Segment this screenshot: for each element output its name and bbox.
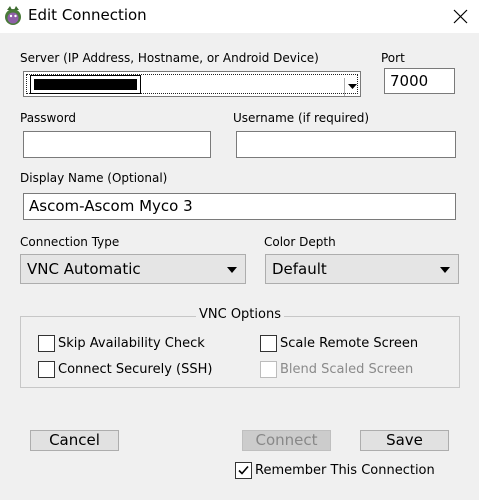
chevron-down-icon [440, 267, 450, 273]
chevron-down-icon [227, 267, 237, 273]
chevron-down-icon [348, 84, 357, 89]
blend-scaled-label: Blend Scaled Screen [280, 362, 414, 377]
server-label: Server (IP Address, Hostname, or Android… [20, 51, 319, 65]
server-input[interactable] [26, 74, 360, 96]
display-name-input[interactable]: Ascom-Ascom Myco 3 [23, 193, 456, 220]
vnc-options-title: VNC Options [196, 307, 284, 323]
password-input[interactable] [23, 131, 211, 158]
remember-connection-label: Remember This Connection [255, 463, 435, 478]
connection-type-label: Connection Type [20, 235, 120, 249]
connection-type-dropdown[interactable]: VNC Automatic [20, 254, 246, 284]
skip-availability-label: Skip Availability Check [58, 336, 205, 351]
port-input[interactable]: 7000 [384, 68, 455, 94]
color-depth-dropdown[interactable]: Default [265, 254, 459, 284]
cancel-button[interactable]: Cancel [30, 430, 119, 451]
connect-button: Connect [242, 430, 331, 451]
window-title: Edit Connection [28, 6, 147, 24]
server-value-redacted [30, 75, 141, 94]
color-depth-value: Default [272, 260, 327, 278]
server-combobox[interactable] [23, 71, 361, 97]
save-button[interactable]: Save [360, 430, 449, 451]
username-label: Username (if required) [233, 111, 370, 125]
remember-connection-checkbox[interactable] [235, 462, 252, 479]
color-depth-label: Color Depth [264, 235, 336, 249]
blend-scaled-checkbox [260, 361, 277, 378]
app-icon [5, 6, 21, 25]
checkmark-icon [238, 465, 249, 475]
username-input[interactable] [236, 131, 456, 158]
scale-remote-checkbox[interactable] [260, 335, 277, 352]
skip-availability-checkbox[interactable] [38, 335, 55, 352]
title-bar: Edit Connection [0, 0, 479, 33]
password-label: Password [20, 111, 77, 125]
close-icon [453, 9, 468, 24]
port-label: Port [381, 51, 405, 65]
connect-securely-label: Connect Securely (SSH) [58, 362, 213, 377]
close-button[interactable] [443, 0, 479, 33]
scale-remote-label: Scale Remote Screen [280, 336, 419, 351]
display-name-label: Display Name (Optional) [20, 171, 168, 185]
connection-type-value: VNC Automatic [27, 260, 141, 278]
connect-securely-checkbox[interactable] [38, 361, 55, 378]
server-dropdown-button[interactable] [344, 78, 360, 96]
